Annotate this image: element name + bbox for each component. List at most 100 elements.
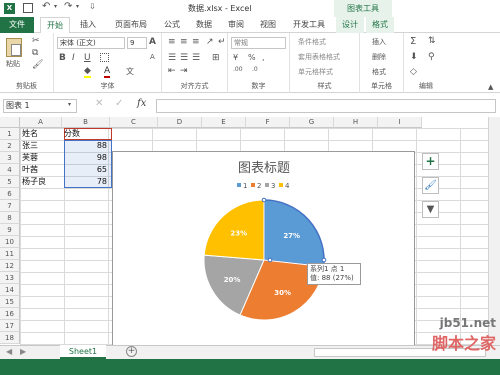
cut-icon[interactable]: ✂ xyxy=(32,36,40,46)
slice-selection-handle[interactable] xyxy=(321,257,327,263)
row-header-11[interactable]: 11 xyxy=(0,248,20,260)
number-format-select[interactable]: 常规 xyxy=(231,37,286,49)
name-box-dropdown-icon[interactable]: ▾ xyxy=(68,101,71,108)
collapse-ribbon-icon[interactable]: ▲ xyxy=(488,83,493,91)
comma-button[interactable]: , xyxy=(262,53,265,62)
cell-a2[interactable]: 张三 xyxy=(22,140,38,152)
table-format-button[interactable]: 套用表格格式 xyxy=(298,52,340,62)
grow-font-button[interactable]: A xyxy=(149,37,156,47)
row-header-16[interactable]: 16 xyxy=(0,308,20,320)
tab-developer[interactable]: 开发工具 xyxy=(286,17,332,33)
percent-button[interactable]: % xyxy=(248,53,256,62)
merge-center-icon[interactable]: ⊞ xyxy=(212,53,220,63)
underline-button[interactable]: U xyxy=(84,53,91,63)
column-header-e[interactable]: E xyxy=(202,117,246,128)
phonetic-button[interactable]: 文 xyxy=(126,66,134,77)
font-color-button[interactable]: A xyxy=(104,66,111,78)
align-center-icon[interactable]: ☰ xyxy=(180,53,188,63)
row-header-3[interactable]: 3 xyxy=(0,152,20,164)
fill-icon[interactable]: ⬇ xyxy=(410,52,418,62)
chart-title[interactable]: 图表标题 xyxy=(238,161,290,176)
column-header-c[interactable]: C xyxy=(110,117,158,128)
column-header-f[interactable]: F xyxy=(246,117,290,128)
column-header-h[interactable]: H xyxy=(334,117,378,128)
find-icon[interactable]: ⚲ xyxy=(428,52,435,62)
slice-selection-handle[interactable] xyxy=(267,257,273,263)
tab-data[interactable]: 数据 xyxy=(190,17,218,33)
cell-a4[interactable]: 叶茜 xyxy=(22,164,38,176)
copy-icon[interactable]: ⧉ xyxy=(32,48,38,58)
next-sheet-icon[interactable]: ▶ xyxy=(20,347,26,356)
wrap-text-icon[interactable]: ↵ xyxy=(218,37,226,47)
orientation-icon[interactable]: ↗ xyxy=(206,37,214,47)
row-header-18[interactable]: 18 xyxy=(0,332,20,344)
row-header-8[interactable]: 8 xyxy=(0,212,20,224)
bold-button[interactable]: B xyxy=(59,53,66,63)
fill-color-icon[interactable]: ◆ xyxy=(84,66,91,78)
save-icon[interactable] xyxy=(23,3,33,13)
qat-customize-icon[interactable]: ⇩ xyxy=(89,2,96,11)
column-header-i[interactable]: I xyxy=(378,117,422,128)
sheet-tab-sheet1[interactable]: Sheet1 xyxy=(60,345,106,359)
redo-dropdown-icon[interactable]: ▾ xyxy=(76,3,79,10)
column-header-g[interactable]: G xyxy=(290,117,334,128)
delete-cells-button[interactable]: 删除 xyxy=(372,52,386,62)
horizontal-scrollbar[interactable] xyxy=(314,348,486,357)
sort-filter-icon[interactable]: ⇅ xyxy=(428,36,436,46)
legend-label-1[interactable]: 1 xyxy=(243,182,247,190)
increase-indent-icon[interactable]: ⇥ xyxy=(180,66,188,76)
font-name-select[interactable]: 宋体 (正文) xyxy=(57,37,125,49)
row-header-5[interactable]: 5 xyxy=(0,176,20,188)
row-header-9[interactable]: 9 xyxy=(0,224,20,236)
tab-design[interactable]: 设计 xyxy=(336,17,364,33)
column-header-b[interactable]: B xyxy=(62,117,110,128)
tab-home[interactable]: 开始 xyxy=(40,17,70,34)
tab-format[interactable]: 格式 xyxy=(366,17,394,33)
chart-styles-button[interactable]: 🖌 xyxy=(422,177,439,194)
tab-page-layout[interactable]: 页面布局 xyxy=(108,17,154,33)
vertical-scrollbar[interactable] xyxy=(488,117,500,345)
row-header-15[interactable]: 15 xyxy=(0,296,20,308)
format-cells-button[interactable]: 格式 xyxy=(372,67,386,77)
cell-b1[interactable]: 分数 xyxy=(64,128,80,140)
cell-b3[interactable]: 98 xyxy=(62,152,107,164)
align-bottom-icon[interactable]: ≡ xyxy=(192,37,200,47)
row-header-1[interactable]: 1 xyxy=(0,128,20,140)
row-header-4[interactable]: 4 xyxy=(0,164,20,176)
tab-formulas[interactable]: 公式 xyxy=(158,17,186,33)
clear-icon[interactable]: ◇ xyxy=(410,67,417,77)
shrink-font-button[interactable]: A xyxy=(150,53,155,61)
tab-view[interactable]: 视图 xyxy=(254,17,282,33)
column-header-a[interactable]: A xyxy=(20,117,62,128)
tab-file[interactable]: 文件 xyxy=(0,17,34,33)
legend-label-4[interactable]: 4 xyxy=(285,182,290,190)
row-header-6[interactable]: 6 xyxy=(0,188,20,200)
pie-slices[interactable] xyxy=(203,197,327,321)
align-middle-icon[interactable]: ≡ xyxy=(180,37,188,47)
select-all-corner[interactable] xyxy=(0,117,20,128)
row-header-12[interactable]: 12 xyxy=(0,260,20,272)
slice-selection-handle[interactable] xyxy=(261,197,267,203)
chart-legend[interactable]: 1 2 3 4 xyxy=(237,182,290,190)
align-top-icon[interactable]: ≡ xyxy=(168,37,176,47)
row-header-14[interactable]: 14 xyxy=(0,284,20,296)
tab-insert[interactable]: 插入 xyxy=(74,17,102,33)
accounting-icon[interactable]: ¥ xyxy=(233,53,238,62)
format-painter-icon[interactable]: 🖌 xyxy=(32,60,43,70)
cell-a5[interactable]: 杨子良 xyxy=(22,176,46,188)
insert-function-button[interactable]: fx xyxy=(137,98,146,109)
row-header-17[interactable]: 17 xyxy=(0,320,20,332)
worksheet-grid[interactable]: ABCDEFGHI 1 2 3 4 5 6 7 8 9 10 11 12 13 14 15 16 17 18 姓名… xyxy=(0,117,500,346)
cell-styles-button[interactable]: 单元格样式 xyxy=(298,67,333,77)
formula-input[interactable] xyxy=(156,99,496,113)
chart-elements-button[interactable]: + xyxy=(422,153,439,170)
cell-b2[interactable]: 88 xyxy=(62,140,107,152)
column-header-d[interactable]: D xyxy=(158,117,202,128)
conditional-format-button[interactable]: 条件格式 xyxy=(298,37,326,47)
row-header-13[interactable]: 13 xyxy=(0,272,20,284)
cell-a3[interactable]: 芙蓉 xyxy=(22,152,38,164)
align-left-icon[interactable]: ☰ xyxy=(168,53,176,63)
cell-b4[interactable]: 65 xyxy=(62,164,107,176)
decrease-decimal-button[interactable]: .0 xyxy=(252,66,258,73)
chart-object[interactable]: 图表标题 1 2 3 4 27% 30% 20% 23% 系列1 点 1 值: 88 (27… xyxy=(112,151,415,346)
